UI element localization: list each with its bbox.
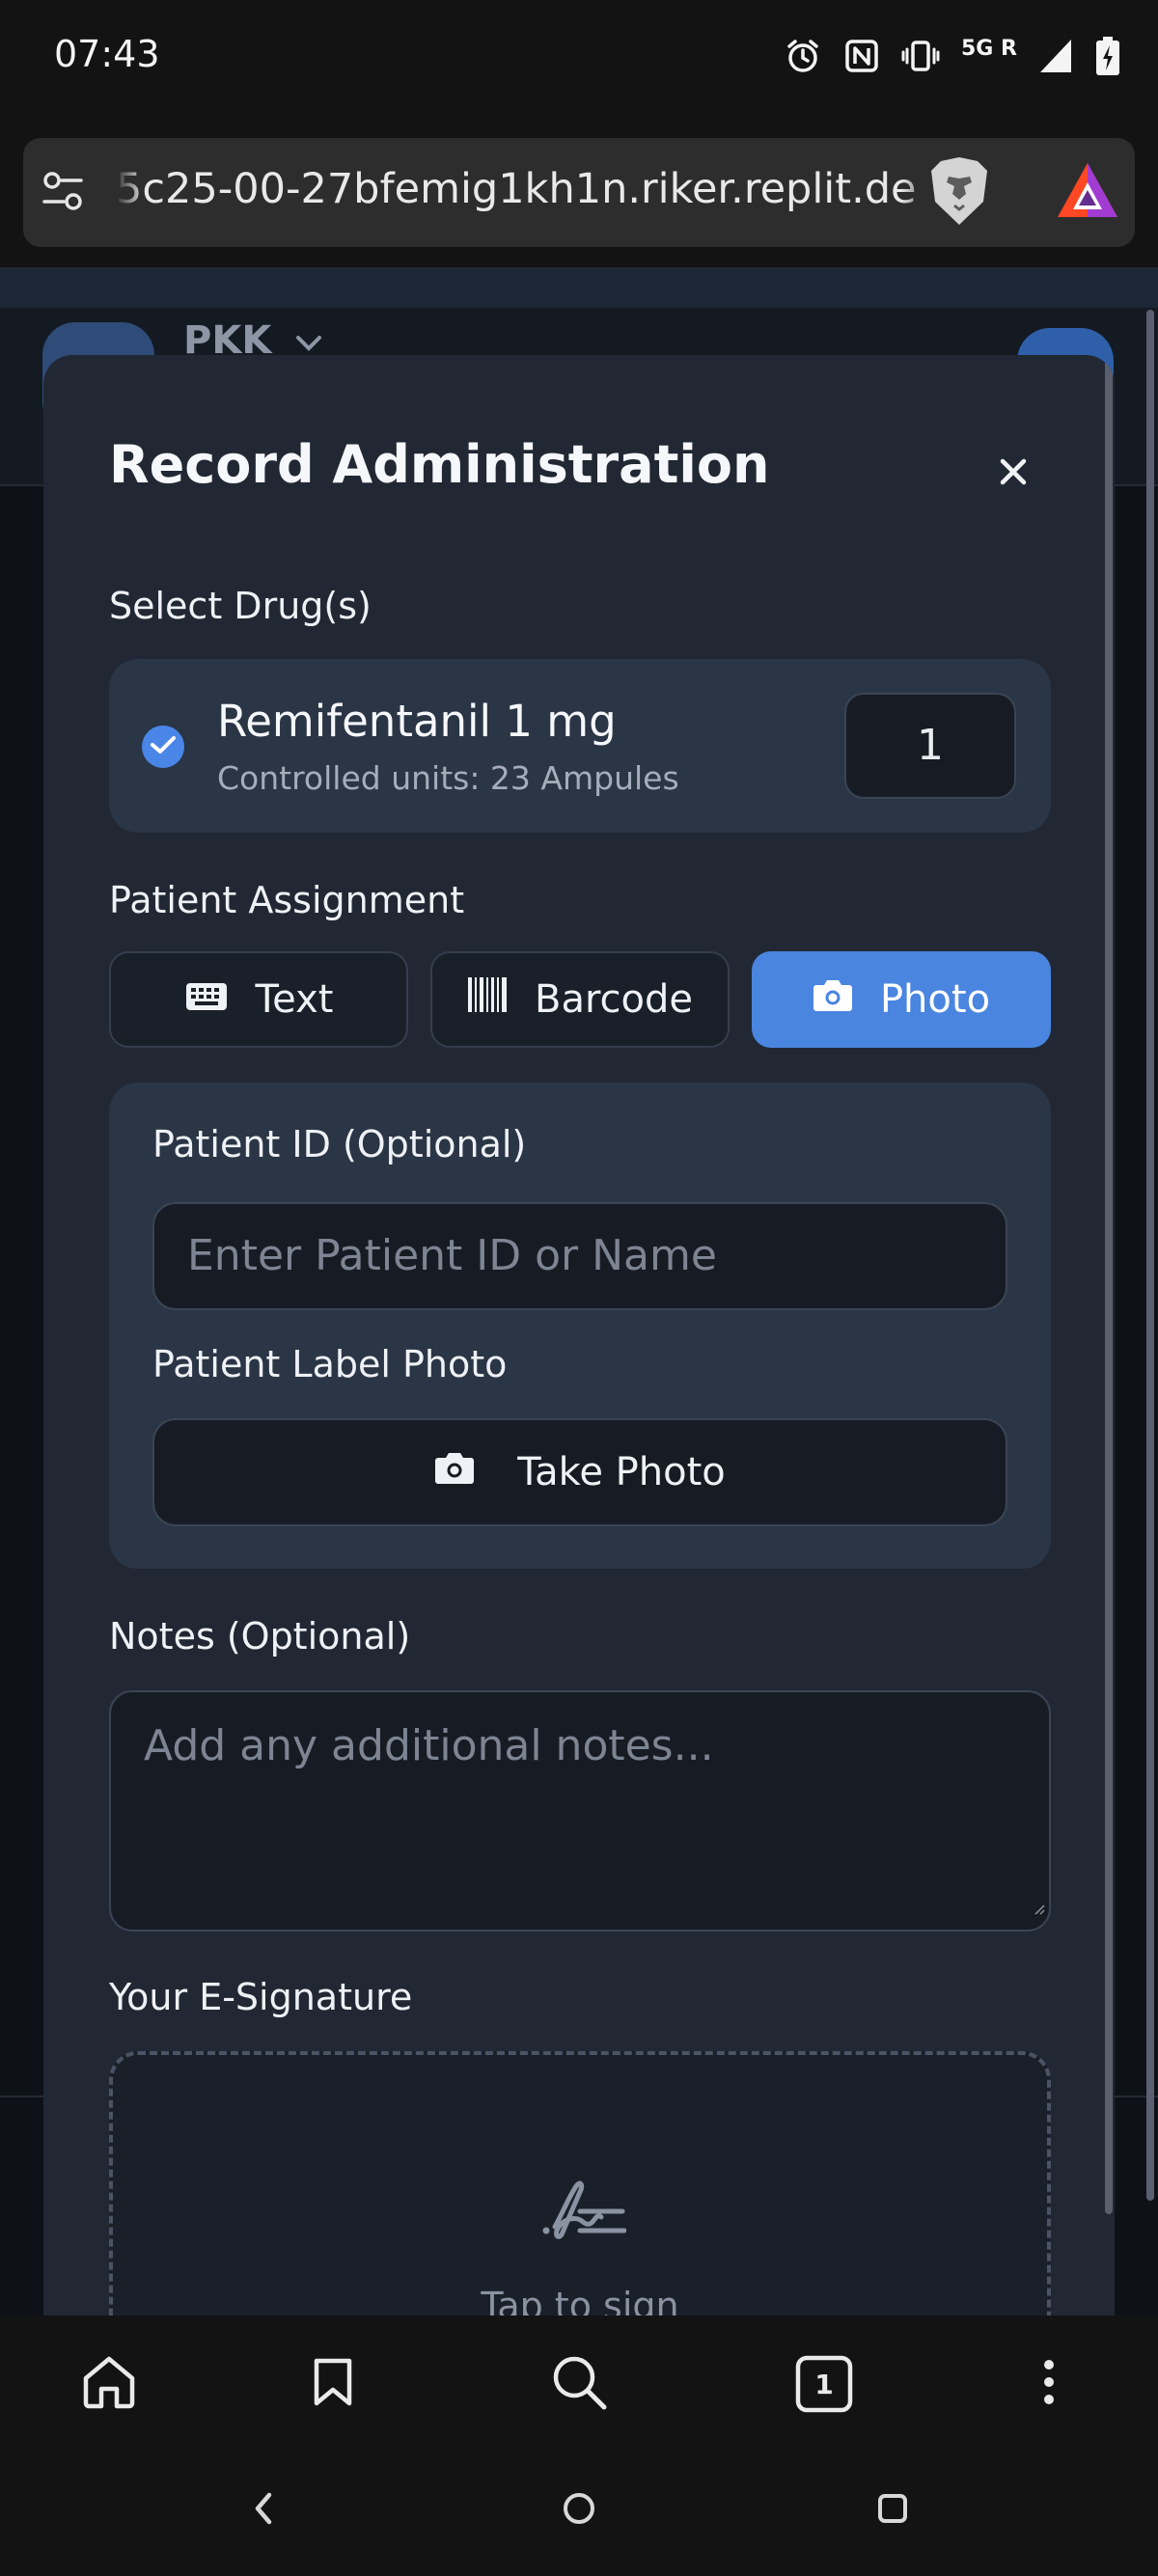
recents-button[interactable] — [868, 2486, 917, 2535]
more-vertical-icon — [1041, 2358, 1057, 2410]
address-bar[interactable]: 5c25-00-27bfemig1kh1n.riker.replit.dev — [23, 138, 1135, 247]
signature-label: Your E-Signature — [109, 1976, 413, 2018]
modal-title: Record Administration — [109, 434, 770, 495]
url-text[interactable]: 5c25-00-27bfemig1kh1n.riker.replit.dev — [116, 165, 917, 213]
tabs-button[interactable]: 1 — [790, 2350, 858, 2418]
close-button[interactable] — [979, 440, 1047, 507]
back-button[interactable] — [239, 2486, 288, 2535]
nfc-icon — [843, 38, 880, 74]
home-nav-button[interactable] — [555, 2486, 603, 2535]
take-photo-button[interactable]: Take Photo — [152, 1418, 1007, 1526]
status-icons: 5G R — [784, 37, 1119, 75]
recents-icon — [875, 2491, 910, 2530]
assign-photo-label: Photo — [879, 977, 991, 1022]
browser-toolbar: 1 — [0, 2316, 1158, 2446]
resize-handle-icon[interactable] — [1032, 1877, 1045, 1926]
notes-label: Notes (Optional) — [109, 1615, 411, 1658]
brave-rewards-icon[interactable] — [1056, 159, 1119, 227]
modal-scrollbar[interactable] — [1105, 355, 1113, 2214]
home-button[interactable] — [75, 2350, 143, 2418]
barcode-icon — [467, 975, 508, 1024]
tab-count: 1 — [814, 2368, 834, 2400]
circle-home-icon — [561, 2490, 597, 2531]
assign-barcode-button[interactable]: Barcode — [430, 951, 730, 1048]
alarm-icon — [784, 37, 822, 75]
home-icon — [81, 2355, 137, 2413]
drug-item[interactable]: Remifentanil 1 mg Controlled units: 23 A… — [109, 659, 1051, 833]
signature-icon — [541, 2179, 627, 2246]
system-navigation — [0, 2446, 1158, 2576]
back-icon — [252, 2491, 275, 2530]
status-time: 07:43 — [54, 33, 160, 75]
notes-textarea[interactable]: Add any additional notes... — [109, 1690, 1051, 1932]
bookmarks-button[interactable] — [299, 2350, 367, 2418]
keyboard-icon — [184, 977, 229, 1022]
close-icon — [998, 456, 1029, 491]
patient-assignment-panel: Patient ID (Optional) Enter Patient ID o… — [109, 1082, 1051, 1569]
bookmark-icon — [313, 2357, 353, 2411]
vibrate-icon — [901, 37, 940, 75]
brave-shields-button[interactable] — [901, 138, 1017, 247]
assign-photo-button[interactable]: Photo — [752, 951, 1051, 1048]
network-type: 5G R — [961, 36, 1017, 61]
assign-barcode-label: Barcode — [535, 977, 693, 1022]
camera-icon — [813, 977, 853, 1022]
select-drugs-label: Select Drug(s) — [109, 585, 372, 627]
drug-quantity-input[interactable]: 1 — [844, 693, 1016, 799]
site-settings-icon[interactable] — [41, 167, 87, 219]
drug-name: Remifentanil 1 mg — [217, 696, 617, 747]
drug-checkbox[interactable] — [142, 726, 184, 768]
assign-text-label: Text — [255, 977, 334, 1022]
page-scrollbar[interactable] — [1146, 310, 1154, 2201]
take-photo-label: Take Photo — [517, 1450, 726, 1494]
assign-text-button[interactable]: Text — [109, 951, 408, 1048]
patient-id-label: Patient ID (Optional) — [152, 1123, 527, 1165]
signal-icon — [1038, 38, 1075, 74]
notes-placeholder: Add any additional notes... — [144, 1721, 714, 1770]
patient-photo-label: Patient Label Photo — [152, 1343, 508, 1385]
menu-button[interactable] — [1015, 2350, 1083, 2418]
battery-icon — [1096, 37, 1119, 75]
drug-units: Controlled units: 23 Ampules — [217, 759, 679, 797]
camera-icon — [434, 1450, 475, 1494]
status-bar: 07:43 5G R — [0, 0, 1158, 121]
brave-lion-icon — [927, 155, 991, 231]
patient-assignment-label: Patient Assignment — [109, 879, 465, 921]
search-button[interactable] — [545, 2350, 613, 2418]
record-administration-modal: Record Administration Select Drug(s) Rem… — [43, 355, 1115, 2381]
search-icon — [550, 2353, 608, 2415]
check-icon — [150, 734, 177, 759]
patient-id-input[interactable]: Enter Patient ID or Name — [152, 1202, 1007, 1310]
